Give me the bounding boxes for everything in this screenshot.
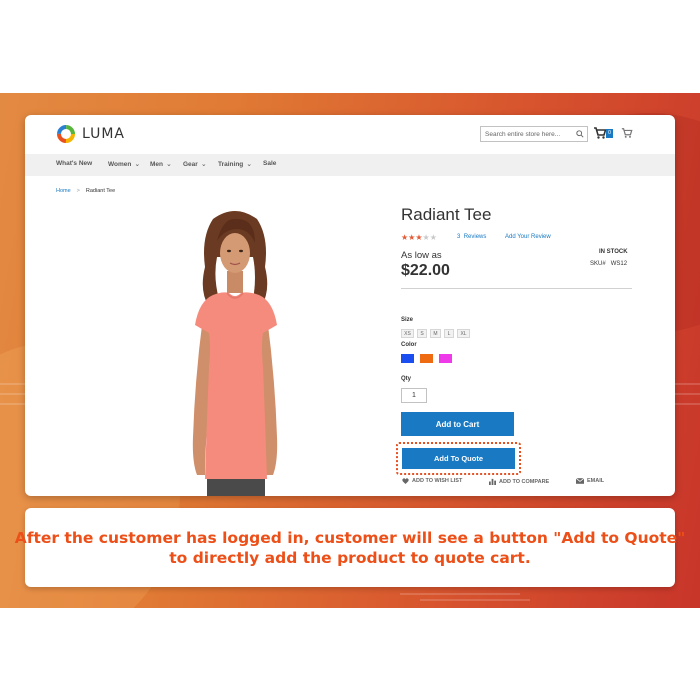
product-title: Radiant Tee: [401, 205, 492, 224]
product-image[interactable]: [165, 207, 305, 496]
reviews-label: Reviews: [463, 234, 487, 240]
color-swatch-orange[interactable]: [420, 354, 433, 363]
breadcrumb-separator: >: [76, 188, 80, 194]
luma-logo-icon: [57, 125, 75, 143]
breadcrumb-home-link[interactable]: Home: [56, 188, 71, 194]
size-label: Size: [401, 317, 414, 323]
search-icon[interactable]: [576, 130, 584, 138]
breadcrumb-current: Radiant Tee: [85, 188, 116, 194]
color-options: [401, 354, 452, 363]
add-to-wishlist-link[interactable]: ADD TO WISH LIST: [402, 478, 462, 484]
nav-item-label: Women: [108, 161, 132, 168]
email-link[interactable]: EMAIL: [576, 478, 604, 484]
color-swatch-purple[interactable]: [439, 354, 452, 363]
chevron-down-icon: ⌄: [200, 161, 207, 168]
sku-info: SKU# WS12: [590, 261, 627, 267]
caption-line-2: to directly add the product to quote car…: [169, 548, 531, 567]
envelope-icon: [576, 478, 584, 484]
reviews-link[interactable]: 3 Reviews: [457, 234, 486, 240]
nav-item-training[interactable]: Training ⌄: [218, 160, 252, 168]
chevron-down-icon: ⌄: [134, 161, 141, 168]
nav-item-men[interactable]: Men ⌄: [150, 160, 172, 168]
search-input[interactable]: Search entire store here...: [480, 126, 588, 142]
chevron-down-icon: ⌄: [166, 161, 172, 168]
nav-item-label: Training: [218, 161, 244, 168]
decorative-stripe: [420, 599, 530, 601]
add-to-compare-link[interactable]: ADD TO COMPARE: [489, 478, 549, 485]
sku-value: WS12: [610, 261, 628, 267]
size-options: XS S M L XL: [401, 329, 470, 338]
nav-item-women[interactable]: Women ⌄: [108, 160, 140, 168]
chevron-down-icon: ⌄: [246, 161, 253, 168]
rating-stars: ★★★★★: [401, 233, 437, 242]
nav-item-whats-new[interactable]: What's New: [56, 160, 92, 167]
email-label: EMAIL: [587, 478, 605, 484]
breadcrumb: Home > Radiant Tee: [56, 188, 115, 194]
quote-cart-count-badge: 0: [606, 129, 613, 138]
wishlist-label: ADD TO WISH LIST: [412, 478, 463, 484]
nav-item-label: Men: [150, 161, 163, 168]
reviews-count: 3: [457, 234, 461, 240]
nav-item-gear[interactable]: Gear ⌄: [183, 160, 207, 168]
store-logo[interactable]: LUMA: [56, 124, 125, 144]
size-option-l[interactable]: L: [444, 329, 454, 338]
price-prefix: As low as: [401, 250, 442, 261]
quote-cart-button[interactable]: 0: [593, 126, 613, 140]
nav-item-sale[interactable]: Sale: [263, 160, 276, 167]
size-option-xl[interactable]: XL: [457, 329, 470, 338]
compare-label: ADD TO COMPARE: [499, 478, 550, 485]
divider: [401, 288, 632, 289]
product-price: $22.00: [401, 262, 450, 279]
qty-input[interactable]: 1: [401, 388, 427, 403]
decorative-stripe: [400, 593, 520, 595]
main-navigation: What's New Women ⌄ Men ⌄ Gear ⌄ Training ⌄ S…: [25, 154, 675, 176]
add-review-link[interactable]: Add Your Review: [505, 234, 551, 240]
sku-label: SKU#: [590, 261, 606, 267]
logo-text: LUMA: [82, 126, 126, 142]
color-swatch-blue[interactable]: [401, 354, 414, 363]
storefront-screenshot: LUMA Search entire store here... 0 What'…: [25, 115, 675, 496]
qty-label: Qty: [401, 376, 412, 382]
color-label: Color: [401, 342, 417, 348]
size-option-s[interactable]: S: [417, 329, 427, 338]
star-empty-icon: ★: [429, 233, 437, 242]
nav-item-label: Gear: [183, 161, 198, 168]
size-option-xs[interactable]: XS: [401, 329, 414, 338]
add-to-cart-button[interactable]: Add to Cart: [401, 412, 514, 436]
star-filled-icon: ★: [415, 233, 423, 242]
caption-line-1: After the customer has logged in, custom…: [14, 528, 686, 547]
caption-panel: After the customer has logged in, custom…: [15, 508, 685, 587]
search-placeholder: Search entire store here...: [485, 131, 561, 138]
compare-bars-icon: [489, 478, 496, 485]
size-option-m[interactable]: M: [430, 329, 441, 338]
product-actions: ADD TO WISH LIST ADD TO COMPARE EMAIL: [402, 478, 632, 488]
shopping-cart-icon[interactable]: [621, 127, 633, 139]
nav-item-label: Sale: [263, 160, 277, 167]
add-to-quote-button[interactable]: Add To Quote: [402, 448, 515, 469]
quote-cart-icon: [594, 127, 607, 139]
nav-item-label: What's New: [56, 160, 93, 167]
star-empty-icon: ★: [422, 233, 430, 242]
stock-status: IN STOCK: [599, 249, 628, 255]
heart-icon: [402, 478, 409, 484]
